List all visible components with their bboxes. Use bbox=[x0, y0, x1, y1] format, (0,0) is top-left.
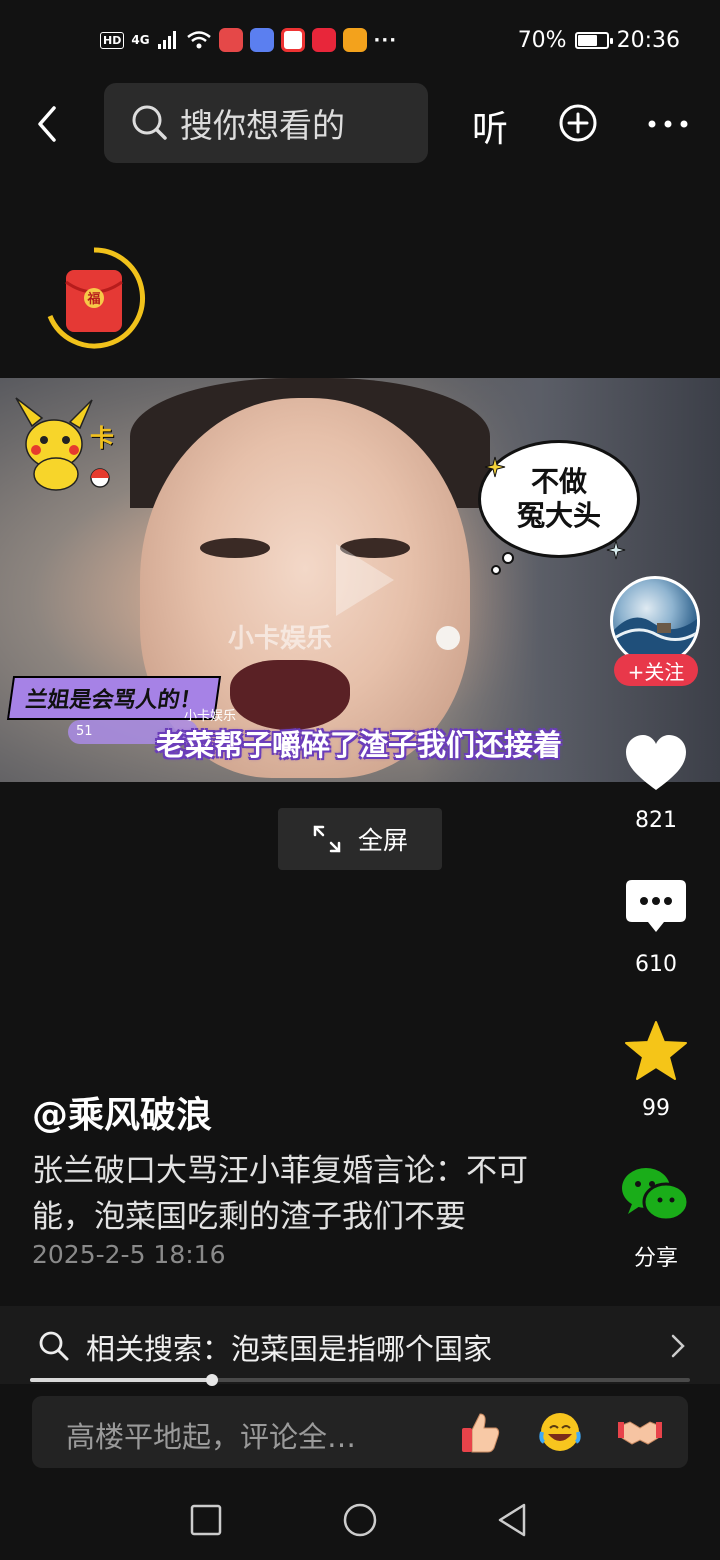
sparkle-icon bbox=[484, 456, 506, 478]
video-progress-bar[interactable] bbox=[30, 1378, 690, 1382]
add-icon[interactable] bbox=[558, 103, 598, 143]
home-icon[interactable] bbox=[342, 1502, 378, 1538]
wave-image bbox=[613, 617, 697, 663]
fullscreen-label: 全屏 bbox=[357, 826, 408, 855]
bubble-tail-icon bbox=[491, 552, 514, 575]
network-type: 4G bbox=[131, 33, 150, 47]
share-label: 分享 bbox=[633, 1246, 678, 1271]
favorite-star-icon[interactable] bbox=[624, 1020, 688, 1084]
battery-percent: 70% bbox=[517, 28, 567, 53]
back-nav-icon[interactable] bbox=[496, 1502, 528, 1538]
search-icon bbox=[39, 1331, 69, 1361]
like-count: 821 bbox=[635, 808, 677, 833]
xiaohongshu-icon bbox=[311, 28, 336, 52]
battery-icon bbox=[574, 32, 613, 49]
search-box[interactable]: 搜你想看的 bbox=[104, 83, 428, 163]
video-eye bbox=[200, 538, 270, 558]
hd-indicator: HD bbox=[100, 31, 125, 49]
music-app-icon bbox=[249, 28, 274, 52]
follow-button[interactable]: +关注 bbox=[614, 654, 698, 686]
author-avatar[interactable] bbox=[610, 576, 700, 666]
thumbs-up-emoji-icon[interactable] bbox=[458, 1410, 502, 1454]
weibo-icon bbox=[342, 28, 367, 52]
chevron-right-icon bbox=[671, 1334, 685, 1358]
cellular-signal-icon bbox=[157, 31, 176, 49]
system-navigation-bar bbox=[0, 1480, 720, 1560]
progress-knob[interactable] bbox=[205, 1374, 218, 1386]
search-placeholder: 搜你想看的 bbox=[180, 106, 345, 145]
video-earring bbox=[436, 626, 460, 650]
video-mouth bbox=[230, 660, 350, 730]
comment-count: 610 bbox=[635, 952, 677, 977]
fullscreen-button[interactable]: 全屏 bbox=[278, 808, 442, 870]
bubble-line: 不做 bbox=[530, 465, 587, 498]
back-icon[interactable] bbox=[30, 100, 70, 148]
like-heart-icon[interactable] bbox=[624, 732, 688, 796]
related-search-bar[interactable]: 相关搜索：泡菜国是指哪个国家 bbox=[0, 1306, 720, 1384]
comment-icon[interactable] bbox=[624, 876, 688, 940]
wechat-share-icon[interactable] bbox=[620, 1164, 690, 1228]
more-options-icon[interactable] bbox=[646, 118, 690, 130]
search-icon bbox=[132, 105, 167, 140]
svg-text:福: 福 bbox=[86, 291, 100, 307]
bubble-line: 冤大头 bbox=[516, 499, 601, 532]
clock: 20:36 bbox=[616, 28, 680, 53]
app-notification-icon bbox=[218, 28, 243, 52]
laughing-cry-emoji-icon[interactable] bbox=[538, 1410, 582, 1454]
status-bar: HD 4G ··· 70% 20:36 bbox=[0, 0, 720, 84]
favorite-count: 99 bbox=[642, 1096, 670, 1121]
post-description: 张兰破口大骂汪小菲复婚言论：不可能，泡菜国吃剩的渣子我们不要 bbox=[32, 1153, 528, 1235]
related-search-text: 相关搜索：泡菜国是指哪个国家 bbox=[86, 1332, 493, 1366]
listen-button[interactable]: 听 bbox=[472, 100, 508, 152]
sticker-text: 卡 bbox=[90, 424, 114, 452]
video-subtitle: 老菜帮子嚼碎了渣子我们还接着 bbox=[156, 728, 563, 762]
handshake-emoji-icon[interactable] bbox=[618, 1410, 662, 1454]
more-notifications-icon: ··· bbox=[373, 29, 398, 51]
video-watermark: 小卡娱乐 bbox=[228, 624, 333, 654]
author-name[interactable]: @乘风破浪 bbox=[32, 1086, 212, 1138]
play-icon[interactable] bbox=[330, 540, 400, 620]
expand-icon bbox=[313, 825, 341, 853]
sparkle-icon bbox=[606, 540, 626, 560]
comment-input-bar[interactable]: 高楼平地起，评论全… bbox=[32, 1396, 688, 1468]
post-date: 2025-2-5 18:16 bbox=[32, 1240, 226, 1269]
red-packet-icon[interactable]: 福 bbox=[42, 246, 146, 350]
recent-apps-icon[interactable] bbox=[190, 1504, 222, 1536]
app-notification-icon bbox=[280, 28, 305, 52]
comment-placeholder: 高楼平地起，评论全… bbox=[66, 1420, 357, 1454]
wifi-icon bbox=[186, 31, 211, 49]
